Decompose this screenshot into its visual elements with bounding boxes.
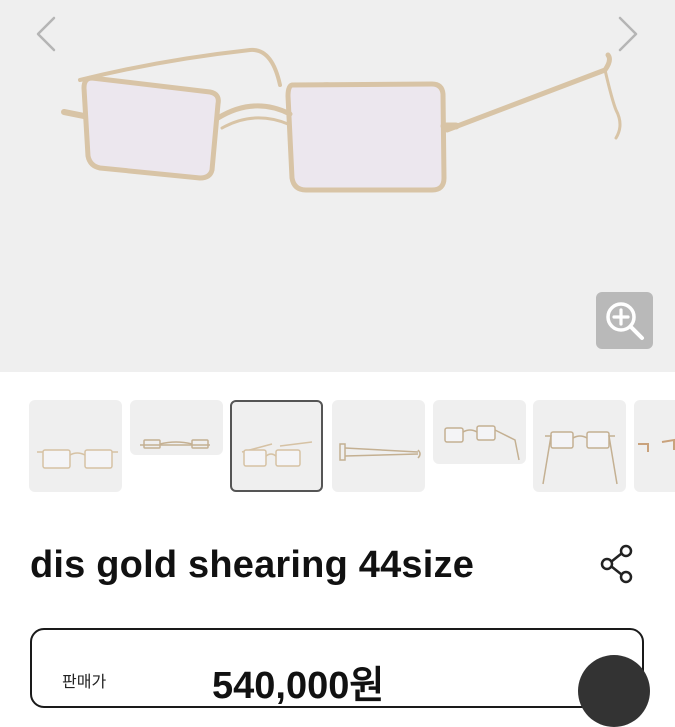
thumbnail-4[interactable] bbox=[332, 400, 425, 492]
thumbnail-3[interactable] bbox=[230, 400, 323, 492]
thumbnail-image bbox=[241, 441, 313, 467]
thumbnail-image bbox=[37, 449, 118, 469]
thumbnail-image bbox=[542, 431, 618, 485]
thumbnail-1[interactable] bbox=[29, 400, 122, 492]
thumbnail-7[interactable] bbox=[634, 400, 675, 492]
chevron-right-icon bbox=[618, 16, 638, 52]
floating-action-button[interactable] bbox=[578, 655, 650, 727]
thumbnail-5[interactable] bbox=[433, 400, 526, 464]
glasses-illustration bbox=[61, 47, 622, 193]
thumbnail-6[interactable] bbox=[533, 400, 626, 492]
thumbnail-image bbox=[444, 425, 520, 461]
gallery-prev-button[interactable] bbox=[26, 14, 66, 54]
price-box: 판매가 540,000원 bbox=[30, 628, 644, 708]
zoom-in-icon bbox=[605, 301, 644, 340]
thumbnail-2[interactable] bbox=[130, 400, 223, 455]
thumbnail-image bbox=[638, 438, 675, 452]
price-value: 540,000원 bbox=[212, 665, 385, 707]
thumbnail-image bbox=[339, 443, 421, 461]
product-title: dis gold shearing 44size bbox=[30, 544, 475, 586]
zoom-button[interactable] bbox=[596, 292, 653, 349]
thumbnail-strip[interactable] bbox=[0, 399, 675, 494]
share-icon bbox=[600, 544, 633, 584]
thumbnail-image bbox=[140, 439, 210, 449]
price-label: 판매가 bbox=[62, 674, 107, 691]
chevron-left-icon bbox=[36, 16, 56, 52]
gallery-next-button[interactable] bbox=[608, 14, 648, 54]
share-button[interactable] bbox=[598, 542, 638, 586]
product-image[interactable] bbox=[0, 0, 675, 372]
